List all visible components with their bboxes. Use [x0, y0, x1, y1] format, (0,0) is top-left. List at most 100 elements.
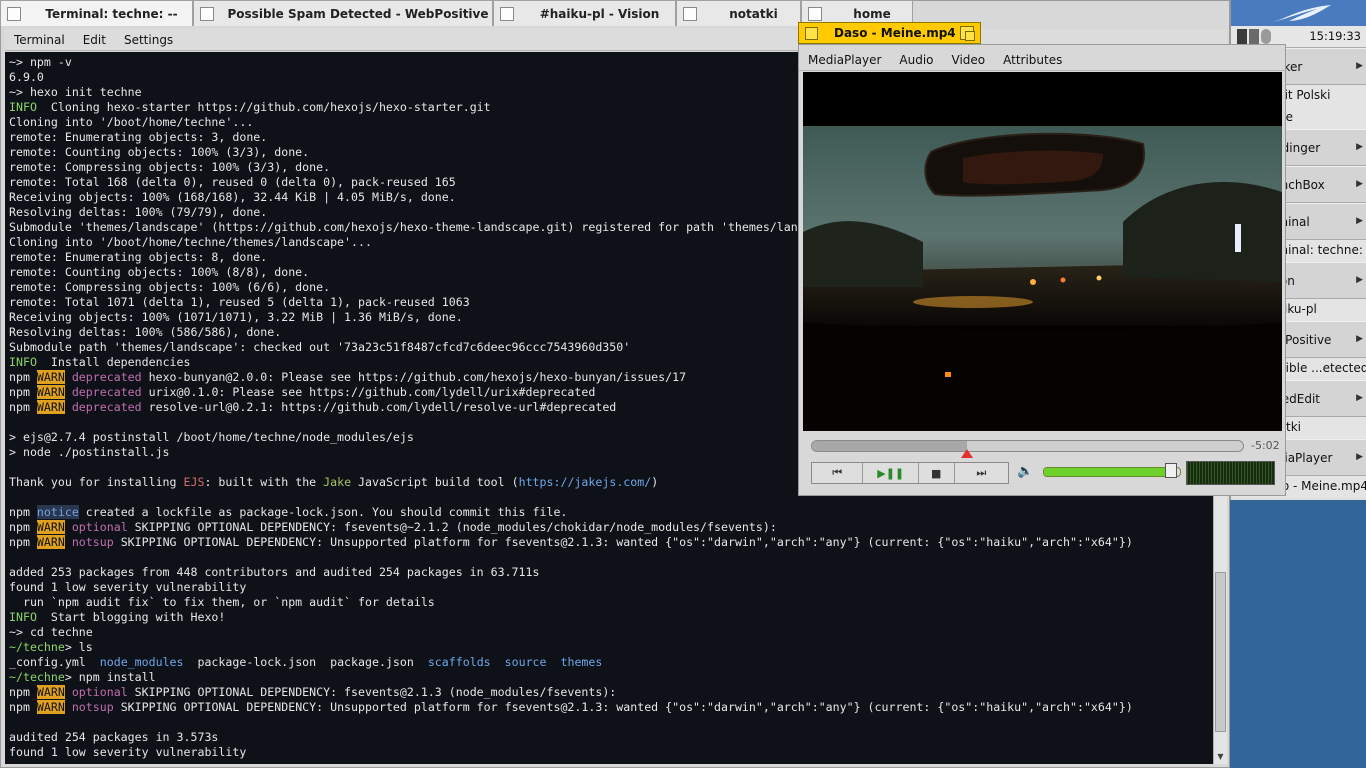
terminal-text: SKIPPING OPTIONAL DEPENDENCY: Unsupporte… — [113, 535, 1133, 549]
expand-arrow-icon[interactable]: ▶ — [1356, 275, 1363, 285]
terminal-text: run `npm audit fix` to fix them, or `npm… — [9, 595, 435, 609]
mediaplayer-menubar: MediaPlayer Audio Video Attributes — [799, 49, 1285, 71]
terminal-text: Jake — [323, 475, 352, 489]
tab-label: home — [853, 6, 891, 21]
menu-mediaplayer[interactable]: MediaPlayer — [799, 53, 890, 67]
skip-forward-icon[interactable]: ⏭ — [955, 463, 1008, 483]
menu-video[interactable]: Video — [943, 53, 995, 67]
terminal-text: Cloning into '/boot/home/techne/themes/l… — [9, 235, 372, 249]
terminal-text: ) — [651, 475, 659, 489]
terminal-line: npm WARN optional SKIPPING OPTIONAL DEPE… — [9, 520, 1133, 535]
menu-terminal[interactable]: Terminal — [5, 33, 74, 47]
menu-audio[interactable]: Audio — [890, 53, 942, 67]
terminal-text: npm — [9, 400, 37, 414]
terminal-text: npm — [9, 535, 37, 549]
terminal-text: audited 254 packages in 3.573s — [9, 730, 219, 744]
video-frame[interactable] — [803, 72, 1282, 431]
tab-terminal[interactable]: Terminal: techne: -- — [0, 0, 193, 26]
cpu-monitor-icon[interactable] — [1237, 29, 1247, 44]
volume-slider[interactable] — [1043, 467, 1181, 477]
seek-progress — [812, 441, 968, 451]
terminal-text: added 253 packages from 448 contributors… — [9, 565, 540, 579]
terminal-text: JavaScript build tool ( — [351, 475, 519, 489]
terminal-text: Cloning into '/boot/home/techne'... — [9, 115, 254, 129]
tab-label: notatki — [729, 6, 778, 21]
terminal-text: SKIPPING OPTIONAL DEPENDENCY: Unsupporte… — [113, 700, 1133, 714]
terminal-text: hexo-bunyan@2.0.0: Please see https://gi… — [141, 370, 687, 384]
terminal-text: ~> hexo init techne — [9, 85, 142, 99]
scroll-down-icon[interactable]: ▼ — [1214, 750, 1227, 764]
position-marker-icon[interactable] — [960, 449, 973, 458]
terminal-text: Cloning hexo-starter https://github.com/… — [43, 100, 491, 114]
terminal-text: WARN — [36, 700, 65, 714]
close-icon[interactable] — [200, 6, 214, 21]
terminal-text: npm — [9, 370, 37, 384]
network-icon[interactable] — [1249, 29, 1259, 44]
stop-icon[interactable]: ■ — [919, 463, 955, 483]
volume-level — [1044, 468, 1171, 476]
menu-settings[interactable]: Settings — [115, 33, 182, 47]
terminal-line: run `npm audit fix` to fix them, or `npm… — [9, 595, 1133, 610]
terminal-line: added 253 packages from 448 contributors… — [9, 565, 1133, 580]
terminal-text: optional — [71, 685, 128, 699]
play-pause-icon[interactable]: ▶❚❚ — [863, 463, 919, 483]
terminal-text: remote: Compressing objects: 100% (3/3),… — [9, 160, 331, 174]
terminal-text: INFO — [9, 355, 44, 369]
tab-notatki[interactable]: notatki — [676, 0, 801, 26]
close-icon[interactable] — [805, 26, 818, 40]
terminal-text: WARN — [36, 370, 65, 384]
menu-edit[interactable]: Edit — [74, 33, 115, 47]
terminal-text: remote: Enumerating objects: 8, done. — [9, 250, 268, 264]
zoom-icon[interactable] — [960, 26, 975, 41]
scrollbar-thumb[interactable] — [1215, 572, 1226, 732]
haiku-leaf-icon — [1273, 5, 1331, 22]
terminal-text: scaffolds — [427, 655, 491, 669]
volume-knob[interactable] — [1165, 463, 1178, 478]
expand-arrow-icon[interactable]: ▶ — [1356, 61, 1363, 71]
speaker-icon[interactable]: 🔈 — [1017, 464, 1035, 482]
terminal-line: ~/techne> ls — [9, 640, 1133, 655]
terminal-text: deprecated — [71, 370, 142, 384]
volume-icon[interactable] — [1261, 29, 1271, 44]
terminal-text: npm — [9, 505, 37, 519]
terminal-text: npm — [9, 520, 37, 534]
expand-arrow-icon[interactable]: ▶ — [1356, 216, 1363, 226]
close-icon[interactable] — [7, 6, 21, 21]
terminal-text: remote: Total 168 (delta 0), reused 0 (d… — [9, 175, 456, 189]
terminal-text: > node ./postinstall.js — [9, 445, 170, 459]
terminal-text: Submodule 'themes/landscape' (https://gi… — [9, 220, 847, 234]
seek-slider[interactable] — [811, 440, 1244, 452]
terminal-text: urix@0.1.0: Please see https://github.co… — [141, 385, 596, 399]
mediaplayer-tab[interactable]: Daso - Meine.mp4 — [798, 22, 981, 44]
terminal-line: npm WARN notsup SKIPPING OPTIONAL DEPEND… — [9, 535, 1133, 550]
close-icon[interactable] — [683, 6, 697, 21]
menu-attributes[interactable]: Attributes — [994, 53, 1071, 67]
terminal-text: : built with the — [204, 475, 324, 489]
expand-arrow-icon[interactable]: ▶ — [1356, 142, 1363, 152]
terminal-text: WARN — [36, 520, 65, 534]
close-icon[interactable] — [500, 6, 514, 21]
tab-vision[interactable]: #haiku-pl - Vision — [493, 0, 676, 26]
expand-arrow-icon[interactable]: ▶ — [1356, 452, 1363, 462]
clock[interactable]: 15:19:33 — [1309, 29, 1361, 43]
terminal-line: INFO Start blogging with Hexo! — [9, 610, 1133, 625]
expand-arrow-icon[interactable]: ▶ — [1356, 179, 1363, 189]
expand-arrow-icon[interactable]: ▶ — [1356, 334, 1363, 344]
tab-webpositive[interactable]: Possible Spam Detected - WebPositive — [193, 0, 493, 26]
terminal-text: remote: Compressing objects: 100% (6/6),… — [9, 280, 331, 294]
terminal-text: deprecated — [71, 400, 142, 414]
deskbar-leaf-menu[interactable] — [1231, 0, 1366, 26]
terminal-text: Install dependencies — [43, 355, 191, 369]
terminal-line: npm WARN notsup SKIPPING OPTIONAL DEPEND… — [9, 700, 1133, 715]
expand-arrow-icon[interactable]: ▶ — [1356, 393, 1363, 403]
terminal-text: > ls — [64, 640, 93, 654]
terminal-text: package-lock.json package.json — [183, 655, 428, 669]
skip-back-icon[interactable]: ⏮ — [812, 463, 864, 483]
close-icon[interactable] — [808, 6, 822, 21]
terminal-text: npm — [9, 700, 37, 714]
